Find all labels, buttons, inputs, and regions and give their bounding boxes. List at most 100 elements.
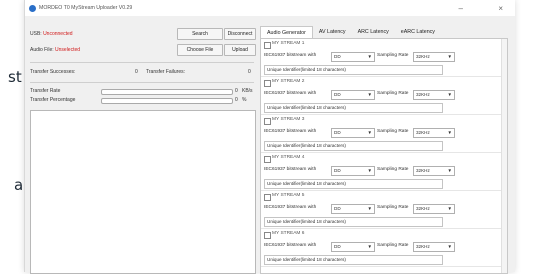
sampling-rate-label: Sampling Rate — [377, 167, 409, 172]
sampling-rate-select[interactable]: 32KHz ▼ — [413, 90, 455, 100]
sampling-rate-value: 32KHz — [416, 168, 430, 173]
transfer-percentage-bar — [101, 98, 233, 104]
chevron-down-icon: ▼ — [447, 168, 452, 173]
bitstream-value: DD — [334, 54, 341, 59]
transfer-successes-label: Transfer Successes: — [30, 69, 76, 75]
sampling-rate-select[interactable]: 32KHz ▼ — [413, 204, 455, 214]
panel-scrollbar[interactable] — [501, 39, 507, 273]
chevron-down-icon: ▼ — [367, 168, 372, 173]
unique-identifier-input[interactable]: Unique Identifier(limited 18 characters) — [264, 103, 443, 113]
search-button[interactable]: Search — [177, 28, 223, 40]
transfer-percentage-unit: % — [242, 97, 247, 103]
stream-1: MY STREAM 1 IEC61937 bitstream with DD ▼ … — [261, 39, 507, 77]
close-button[interactable]: × — [498, 4, 503, 13]
bitstream-label: IEC61937 bitstream with — [264, 129, 317, 134]
bitstream-label: IEC61937 bitstream with — [264, 53, 317, 58]
stream-5-checkbox[interactable] — [264, 194, 271, 201]
stream-6-name: MY STREAM 6 — [272, 231, 305, 236]
tab-arc-latency[interactable]: ARC Latency — [352, 26, 395, 38]
chevron-down-icon: ▼ — [447, 206, 452, 211]
sampling-rate-label: Sampling Rate — [377, 53, 409, 58]
bitstream-select[interactable]: DD ▼ — [331, 90, 375, 100]
bitstream-select[interactable]: DD ▼ — [331, 128, 375, 138]
usb-status: USB: Unconnected — [30, 31, 73, 37]
transfer-failures-label: Transfer Failures: — [146, 69, 185, 75]
choose-file-button[interactable]: Choose File — [177, 44, 223, 56]
stream-6: MY STREAM 6 IEC61937 bitstream with DD ▼ … — [261, 229, 507, 267]
stream-4-checkbox[interactable] — [264, 156, 271, 163]
stream-5: MY STREAM 5 IEC61937 bitstream with DD ▼ … — [261, 191, 507, 229]
usb-label: USB: — [30, 31, 42, 37]
unique-identifier-input[interactable]: Unique Identifier(limited 18 characters) — [264, 255, 443, 265]
chevron-down-icon: ▼ — [367, 54, 372, 59]
sampling-rate-value: 32KHz — [416, 244, 430, 249]
sampling-rate-select[interactable]: 32KHz ▼ — [413, 242, 455, 252]
bitstream-label: IEC61937 bitstream with — [264, 91, 317, 96]
app-window: MORDEO T0 MyStream Uploader V0.29 – × US… — [24, 0, 515, 274]
transfer-rate-bar — [101, 89, 233, 95]
chevron-down-icon: ▼ — [367, 244, 372, 249]
title-bar: MORDEO T0 MyStream Uploader V0.29 – × — [25, 0, 515, 16]
unique-identifier-input[interactable]: Unique Identifier(limited 18 characters) — [264, 217, 443, 227]
unique-identifier-input[interactable]: Unique Identifier(limited 18 characters) — [264, 141, 443, 151]
audio-file-label: Audio File: — [30, 47, 54, 53]
stream-3: MY STREAM 3 IEC61937 bitstream with DD ▼ … — [261, 115, 507, 153]
unique-identifier-input[interactable]: Unique Identifier(limited 18 characters) — [264, 65, 443, 75]
separator — [30, 62, 254, 63]
upload-button[interactable]: Upload — [224, 44, 256, 56]
bitstream-select[interactable]: DD ▼ — [331, 166, 375, 176]
sampling-rate-value: 32KHz — [416, 92, 430, 97]
bitstream-value: DD — [334, 130, 341, 135]
bitstream-value: DD — [334, 92, 341, 97]
bitstream-label: IEC61937 bitstream with — [264, 243, 317, 248]
log-text-area[interactable] — [30, 110, 256, 274]
tab-av-latency[interactable]: AV Latency — [313, 26, 352, 38]
sampling-rate-select[interactable]: 32KHz ▼ — [413, 128, 455, 138]
minimize-button[interactable]: – — [459, 4, 463, 13]
sampling-rate-label: Sampling Rate — [377, 205, 409, 210]
app-icon — [29, 4, 36, 12]
audio-generator-panel: MY STREAM 1 IEC61937 bitstream with DD ▼ … — [260, 38, 508, 274]
bitstream-select[interactable]: DD ▼ — [331, 242, 375, 252]
transfer-percentage-label: Transfer Percentage — [30, 97, 76, 103]
bitstream-value: DD — [334, 168, 341, 173]
sampling-rate-value: 32KHz — [416, 54, 430, 59]
stream-1-name: MY STREAM 1 — [272, 41, 305, 46]
stream-3-checkbox[interactable] — [264, 118, 271, 125]
transfer-percentage-value: 0 — [235, 97, 238, 103]
usb-status-value: Unconnected — [43, 31, 73, 37]
bitstream-label: IEC61937 bitstream with — [264, 167, 317, 172]
stream-6-checkbox[interactable] — [264, 232, 271, 239]
window-title: MORDEO T0 MyStream Uploader V0.29 — [39, 5, 133, 11]
stream-5-name: MY STREAM 5 — [272, 193, 305, 198]
stream-2-checkbox[interactable] — [264, 80, 271, 87]
bitstream-select[interactable]: DD ▼ — [331, 204, 375, 214]
sampling-rate-label: Sampling Rate — [377, 91, 409, 96]
bitstream-select[interactable]: DD ▼ — [331, 52, 375, 62]
stream-2-name: MY STREAM 2 — [272, 79, 305, 84]
stream-4-name: MY STREAM 4 — [272, 155, 305, 160]
sampling-rate-value: 32KHz — [416, 206, 430, 211]
chevron-down-icon: ▼ — [447, 92, 452, 97]
sampling-rate-select[interactable]: 32KHz ▼ — [413, 166, 455, 176]
tab-bar: Audio Generator AV Latency ARC Latency e… — [260, 26, 441, 39]
chevron-down-icon: ▼ — [367, 130, 372, 135]
stream-4: MY STREAM 4 IEC61937 bitstream with DD ▼ … — [261, 153, 507, 191]
background-text-2: a — [14, 176, 24, 194]
chevron-down-icon: ▼ — [447, 54, 452, 59]
sampling-rate-label: Sampling Rate — [377, 129, 409, 134]
transfer-rate-unit: KB/s — [242, 88, 253, 94]
transfer-failures-value: 0 — [248, 69, 251, 75]
sampling-rate-value: 32KHz — [416, 130, 430, 135]
tab-earc-latency[interactable]: eARC Latency — [395, 26, 441, 38]
audio-file-status: Audio File: Unselected — [30, 47, 80, 53]
stream-3-name: MY STREAM 3 — [272, 117, 305, 122]
sampling-rate-select[interactable]: 32KHz ▼ — [413, 52, 455, 62]
bitstream-label: IEC61937 bitstream with — [264, 205, 317, 210]
transfer-rate-label: Transfer Rate — [30, 88, 61, 94]
chevron-down-icon: ▼ — [367, 92, 372, 97]
unique-identifier-input[interactable]: Unique Identifier(limited 18 characters) — [264, 179, 443, 189]
disconnect-button[interactable]: Disconnect — [224, 28, 256, 40]
stream-1-checkbox[interactable] — [264, 42, 271, 49]
bitstream-value: DD — [334, 244, 341, 249]
